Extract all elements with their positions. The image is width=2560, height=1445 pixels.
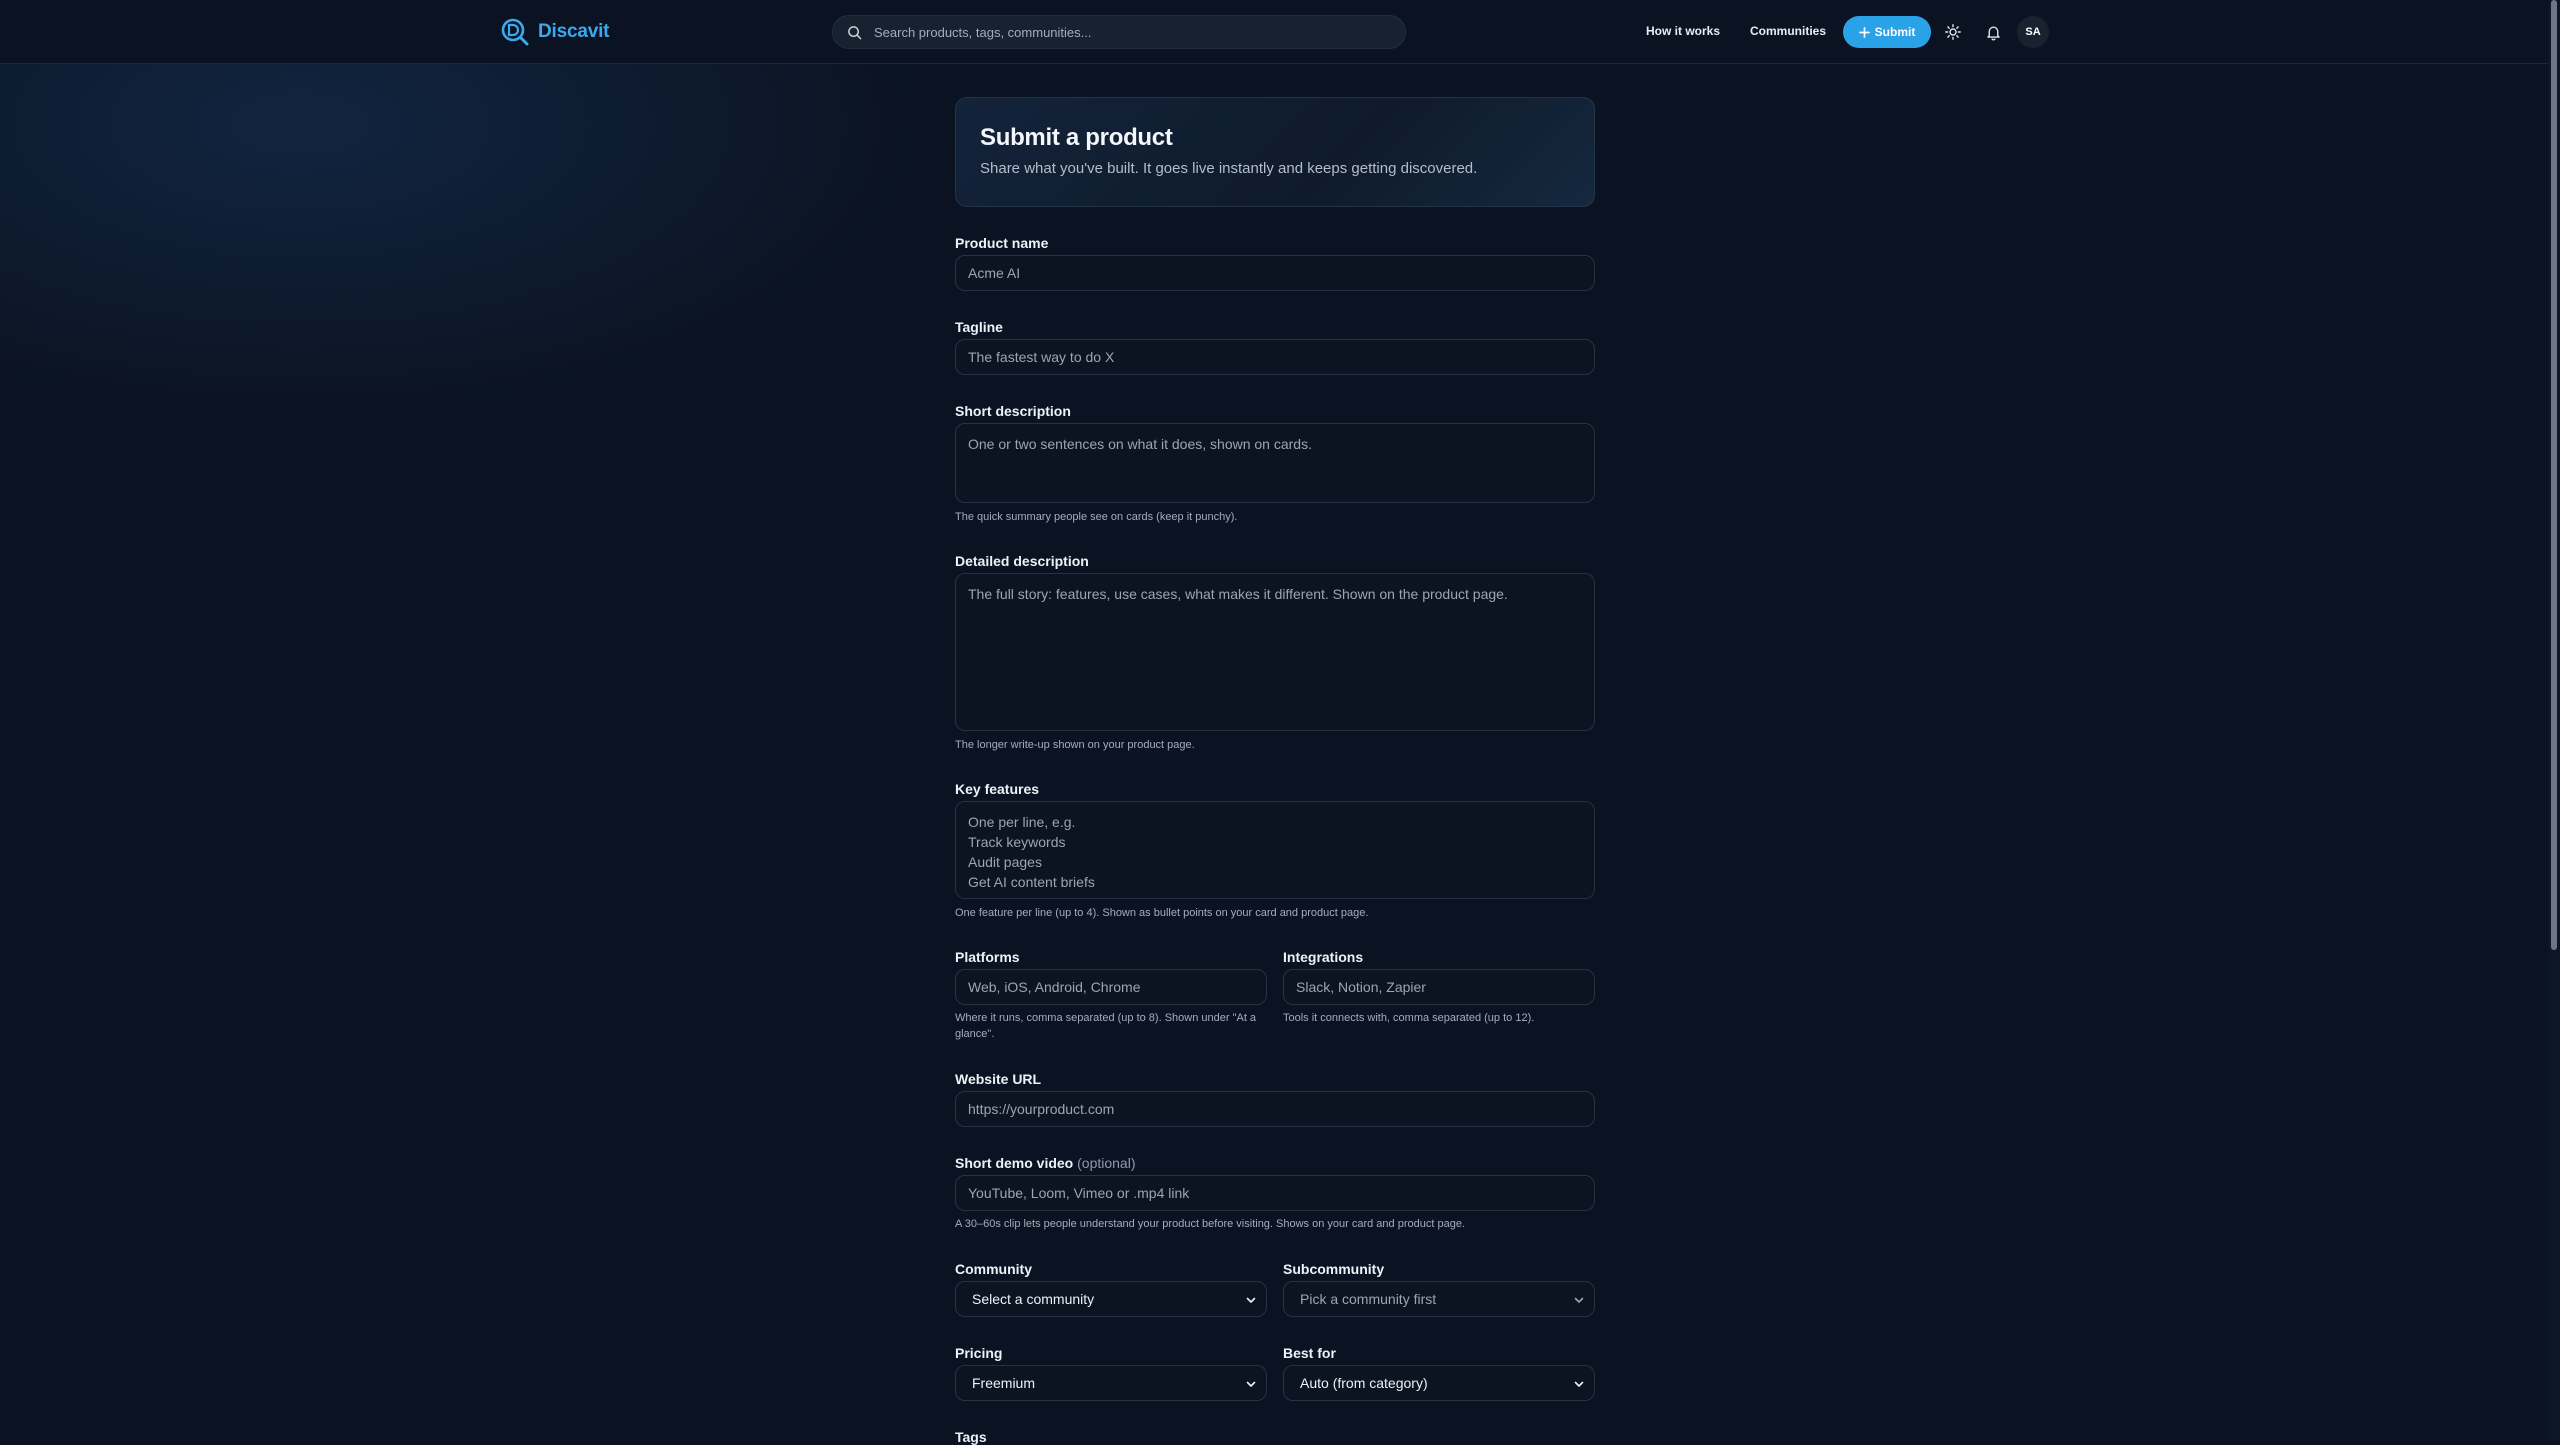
integrations-help: Tools it connects with, comma separated … (1283, 1012, 1535, 1024)
chevron-down-icon (1246, 1297, 1256, 1303)
page-scrollbar[interactable] (2548, 0, 2560, 1440)
community-select-value: Select a community (972, 1291, 1095, 1307)
subcommunity-select[interactable]: Pick a community first (1283, 1281, 1595, 1317)
best-for-label: Best for (1283, 1345, 1336, 1361)
tagline-input[interactable] (955, 339, 1595, 375)
submit-hero-card: Submit a product Share what you've built… (955, 97, 1595, 207)
top-header: Discavit How it works Communities Submit (0, 0, 2548, 64)
website-url-label: Website URL (955, 1071, 1042, 1087)
brand-logo[interactable]: Discavit (500, 16, 609, 48)
chevron-down-icon (1246, 1381, 1256, 1387)
integrations-input[interactable] (1283, 969, 1595, 1005)
nav-communities[interactable]: Communities (1750, 24, 1826, 38)
nav-how-it-works[interactable]: How it works (1646, 24, 1720, 38)
product-name-input[interactable] (955, 255, 1595, 291)
submit-button-label: Submit (1874, 25, 1916, 39)
key-features-help: One feature per line (up to 4). Shown as… (955, 907, 1369, 919)
detailed-description-label: Detailed description (955, 553, 1089, 569)
community-label: Community (955, 1261, 1032, 1277)
sun-icon (1945, 24, 1961, 40)
detailed-description-help: The longer write-up shown on your produc… (955, 739, 1195, 751)
tagline-label: Tagline (955, 319, 1003, 335)
platforms-label: Platforms (955, 949, 1020, 965)
search-input[interactable] (872, 23, 1376, 41)
chevron-down-icon (1574, 1381, 1584, 1387)
subcommunity-label: Subcommunity (1283, 1261, 1385, 1277)
bell-icon (1986, 26, 2000, 40)
platforms-input[interactable] (955, 969, 1267, 1005)
demo-video-label-text: Short demo video (955, 1155, 1074, 1171)
demo-video-optional-tag: (optional) (1077, 1155, 1136, 1171)
demo-video-input[interactable] (955, 1175, 1595, 1211)
scrollbar-thumb[interactable] (2551, 0, 2557, 950)
pricing-select-value: Freemium (972, 1375, 1036, 1391)
product-name-label: Product name (955, 235, 1049, 251)
short-description-help: The quick summary people see on cards (k… (955, 511, 1238, 523)
page-subtitle: Share what you've built. It goes live in… (980, 160, 1478, 177)
subcommunity-select-value: Pick a community first (1300, 1291, 1437, 1307)
short-description-textarea[interactable] (955, 423, 1595, 503)
platforms-help: Where it runs, comma separated (up to 8)… (955, 1012, 1257, 1040)
submit-button[interactable]: Submit (1843, 16, 1931, 48)
demo-video-help: A 30–60s clip lets people understand you… (955, 1218, 1465, 1230)
brand-name: Discavit (538, 21, 610, 42)
notifications-button[interactable] (1981, 20, 2005, 44)
tags-label: Tags (955, 1429, 987, 1445)
best-for-select-value: Auto (from category) (1300, 1375, 1428, 1391)
integrations-label: Integrations (1283, 949, 1364, 965)
search-bar[interactable] (832, 15, 1406, 49)
page-title: Submit a product (980, 124, 1173, 151)
short-description-label: Short description (955, 403, 1071, 419)
pricing-select[interactable]: Freemium (955, 1365, 1267, 1401)
key-features-label: Key features (955, 781, 1040, 797)
user-avatar[interactable]: SA (2017, 16, 2049, 48)
pricing-label: Pricing (955, 1345, 1003, 1361)
demo-video-label: Short demo video (optional) (955, 1155, 1136, 1171)
detailed-description-textarea[interactable] (955, 573, 1595, 731)
plus-icon (1858, 26, 1870, 38)
website-url-input[interactable] (955, 1091, 1595, 1127)
community-select[interactable]: Select a community (955, 1281, 1267, 1317)
key-features-textarea[interactable] (955, 801, 1595, 899)
chevron-down-icon (1574, 1297, 1584, 1303)
theme-toggle-button[interactable] (1941, 20, 1965, 44)
discavit-logo-icon (501, 18, 529, 46)
search-icon (848, 25, 862, 39)
best-for-select[interactable]: Auto (from category) (1283, 1365, 1595, 1401)
